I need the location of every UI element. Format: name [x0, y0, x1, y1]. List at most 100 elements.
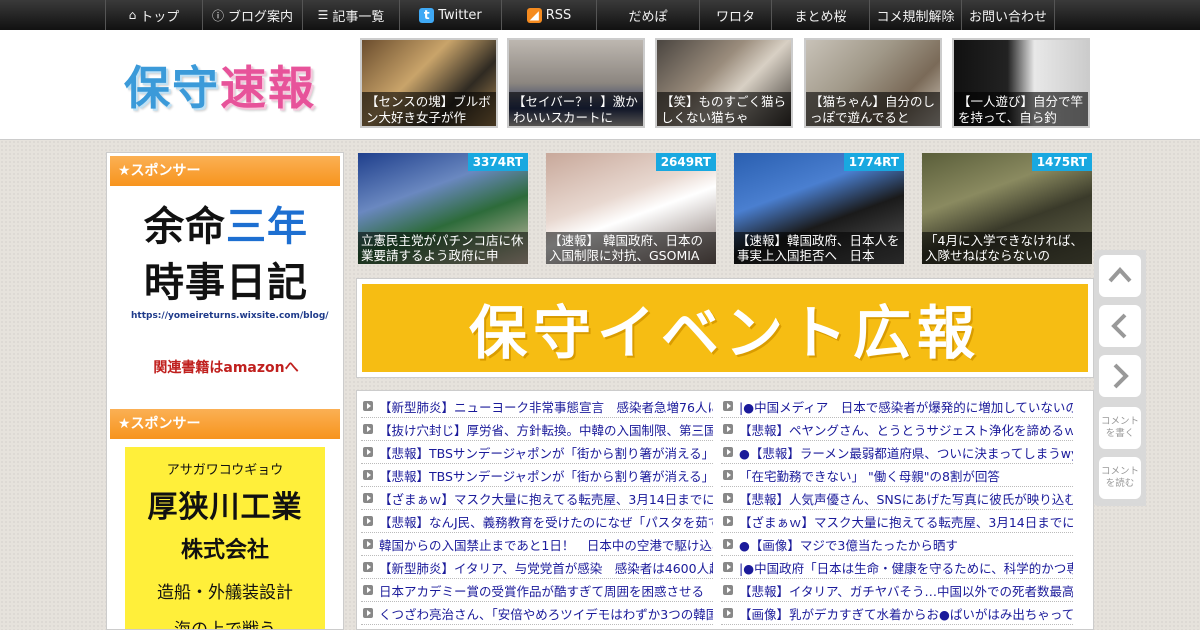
list-item[interactable]: |●中国メディア 日本で感染者が爆発的に増加していないのは — [721, 395, 1073, 418]
list-item-title: 【新型肺炎】ニューヨーク非常事態宣言 感染者急増76人に — [379, 399, 713, 415]
featured-article-4[interactable]: 1475RT 「4月に入学できなければ、入隊せねばならないの — [922, 153, 1092, 264]
chevron-up-icon — [1108, 267, 1132, 283]
list-item-title: 【抜け穴封じ】厚労省、方針転換。中韓の入国制限、第三国経由も対象に — [379, 422, 713, 438]
nav-item-label: だめぽ — [628, 9, 668, 25]
list-item-title: 韓国からの入国禁止まであと1日！ 日本中の空港で駆け込み入国 — [379, 537, 713, 553]
ad1-title-black: 余命 — [144, 204, 226, 250]
site-logo[interactable]: 保守速報 — [124, 52, 316, 118]
ad1-amazon-link[interactable]: 関連書籍はamazonへ — [131, 357, 321, 377]
logo-char-1: 保 — [124, 61, 172, 115]
header-thumb-5[interactable]: 【一人遊び】自分で竿を持って、自ら釣 — [952, 38, 1090, 128]
list-item[interactable]: |●中国政府「日本は生命・健康を守るために、科学的かつ専門 — [721, 556, 1073, 579]
list-item[interactable]: 【悲報】イタリア、ガチヤバそう…中国以外での死者数最高を — [721, 579, 1073, 602]
list-item[interactable]: くつざわ亮治さん、「安倍やめろツイデモはわずか3つの韓国 — [361, 602, 713, 625]
play-bullet-icon — [723, 608, 733, 618]
nav-item-label: トップ — [140, 9, 180, 25]
list-item[interactable]: 【新型肺炎】イタリア、与党党首が感染 感染者は4600人超え — [361, 556, 713, 579]
list-item-title: 【悲報】人気声優さん、SNSにあげた写真に彼氏が映り込む — [739, 491, 1073, 507]
nav-item-1[interactable]: ⌂ トップ — [105, 0, 202, 30]
featured-caption: 立憲民主党がパチンコ店に休業要請するよう政府に申 — [358, 232, 528, 264]
play-bullet-icon — [723, 585, 733, 595]
list-item[interactable]: ●【悲報】ラーメン最弱都道府県、ついに決まってしまうwywy — [721, 441, 1073, 464]
logo-char-3: 速 — [220, 61, 268, 115]
play-bullet-icon — [723, 539, 733, 549]
nav-item-label: まとめ桜 — [794, 9, 847, 25]
list-item[interactable]: 【ざまぁｗ】マスク大量に抱えてる転売屋、3月14日までに売り — [721, 510, 1073, 533]
ad-yomei-sannen[interactable]: 余命三年 時事日記 https://yomeireturns.wixsite.c… — [131, 199, 329, 377]
sponsor-heading: ★スポンサー — [110, 156, 340, 186]
list-item[interactable]: 【悲報】人気声優さん、SNSにあげた写真に彼氏が映り込む — [721, 487, 1073, 510]
top-nav-bar: ⌂ トップ ⓘ ブログ案内 ☰ 記事一覧 t Twitter ◢ RSS だめぽ ワロタ まとめ桜 コメ規… — [0, 0, 1200, 30]
list-item[interactable]: 【悲報】ペヤングさん、とうとうサジェスト浄化を諦めるｗｗｗ — [721, 418, 1073, 441]
play-bullet-icon — [723, 447, 733, 457]
ad2-kana: アサガワコウギョウ — [166, 463, 284, 478]
list-item-title: 【悲報】ペヤングさん、とうとうサジェスト浄化を諦めるｗｗｗ — [739, 422, 1073, 438]
play-bullet-icon — [363, 562, 373, 572]
ad1-url: https://yomeireturns.wixsite.com/blog/ — [131, 311, 329, 321]
nav-item-6[interactable]: だめぽ — [596, 0, 699, 30]
nav-item-7[interactable]: ワロタ — [699, 0, 771, 30]
play-bullet-icon — [363, 424, 373, 434]
header-thumb-caption: 【猫ちゃん】自分のしっぽで遊んでると — [806, 92, 940, 126]
ad2-desc: 造船・外艤装設計 — [157, 583, 293, 603]
featured-article-1[interactable]: 3374RT 立憲民主党がパチンコ店に休業要請するよう政府に申 — [358, 153, 528, 264]
event-banner[interactable]: 保守イベント広報 — [362, 284, 1088, 372]
list-item-title: 【悲報】イタリア、ガチヤバそう…中国以外での死者数最高を — [739, 583, 1073, 599]
featured-article-3[interactable]: 1774RT 【速報】韓国政府、日本人を事実上入国拒否へ 日本 — [734, 153, 904, 264]
previous-button[interactable] — [1099, 305, 1141, 347]
scroll-top-button[interactable] — [1099, 255, 1141, 297]
nav-item-5[interactable]: ◢ RSS — [501, 0, 596, 30]
write-comment-button[interactable]: コメントを書く — [1099, 407, 1141, 449]
nav-item-4[interactable]: t Twitter — [399, 0, 501, 30]
list-item[interactable]: 日本アカデミー賞の受賞作品が酷すぎて周囲を困惑させる 基 — [361, 579, 713, 602]
nav-item-label: ワロタ — [715, 9, 755, 25]
header-thumb-caption: 【センスの塊】ブルボン大好き女子が作 — [362, 92, 496, 126]
header-thumb-caption: 【セイバー？！】激かわいいスカートに — [509, 92, 643, 126]
ad2-desc2: 海の上で戦う — [174, 620, 276, 630]
link-column-left: 【新型肺炎】ニューヨーク非常事態宣言 感染者急増76人に 【抜け穴封じ】厚労省、方… — [361, 395, 713, 625]
ad1-title-line1: 余命三年 — [131, 199, 321, 255]
featured-article-2[interactable]: 2649RT 【速報】 韓国政府、日本の入国制限に対抗、GSOMIA — [546, 153, 716, 264]
list-item-title: くつざわ亮治さん、「安倍やめろツイデモはわずか3つの韓国 — [379, 606, 713, 622]
list-item[interactable]: 【画像】乳がデカすぎて水着からお●ぱいがはみ出ちゃってる女 — [721, 602, 1073, 625]
list-item[interactable]: 【悲報】TBSサンデージャポンが「街から割り箸が消える」と報道 — [361, 441, 713, 464]
twitter-icon: t — [419, 7, 435, 23]
nav-item-10[interactable]: お問い合わせ — [961, 0, 1055, 30]
list-item[interactable]: 【悲報】なんJ民、義務教育を受けたのになぜ「パスタを茹でる」 — [361, 510, 713, 533]
play-bullet-icon — [363, 585, 373, 595]
header-thumb-2[interactable]: 【セイバー？！】激かわいいスカートに — [507, 38, 645, 128]
header-thumb-caption: 【一人遊び】自分で竿を持って、自ら釣 — [954, 92, 1088, 126]
ad-asagawa-kogyo[interactable]: アサガワコウギョウ 厚狭川工業 株式会社 造船・外艤装設計 海の上で戦う — [125, 447, 325, 630]
nav-item-3[interactable]: ☰ 記事一覧 — [302, 0, 399, 30]
header-thumb-1[interactable]: 【センスの塊】ブルボン大好き女子が作 — [360, 38, 498, 128]
next-button[interactable] — [1099, 355, 1141, 397]
nav-item-2[interactable]: ⓘ ブログ案内 — [202, 0, 302, 30]
list-item[interactable]: 韓国からの入国禁止まであと1日！ 日本中の空港で駆け込み入国 — [361, 533, 713, 556]
list-item[interactable]: 【ざまぁｗ】マスク大量に抱えてる転売屋、3月14日までに売り切れないと — [361, 487, 713, 510]
site-header: 保守速報 【センスの塊】ブルボン大好き女子が作 【セイバー？！】激かわいいスカー… — [0, 30, 1200, 140]
list-item[interactable]: 【新型肺炎】ニューヨーク非常事態宣言 感染者急増76人に — [361, 395, 713, 418]
list-item[interactable]: 【抜け穴封じ】厚労省、方針転換。中韓の入国制限、第三国経由も対象に — [361, 418, 713, 441]
list-item-title: 【ざまぁｗ】マスク大量に抱えてる転売屋、3月14日までに売り切れないと — [379, 491, 713, 507]
list-item-title: 【悲報】なんJ民、義務教育を受けたのになぜ「パスタを茹でる」 — [379, 514, 713, 530]
retweet-count-badge: 1475RT — [1031, 153, 1092, 171]
nav-item-9[interactable]: コメ規制解除 — [869, 0, 961, 30]
header-thumb-4[interactable]: 【猫ちゃん】自分のしっぽで遊んでると — [804, 38, 942, 128]
retweet-count-badge: 1774RT — [843, 153, 904, 171]
list-item[interactable]: 「在宅勤務できない」 "働く母親"の8割が回答 — [721, 464, 1073, 487]
logo-char-4: 報 — [268, 61, 316, 115]
list-item-title: ●【画像】マジで3億当たったから晒す — [739, 537, 958, 553]
play-bullet-icon — [363, 493, 373, 503]
read-comments-button[interactable]: コメントを読む — [1099, 457, 1141, 499]
list-item-title: 【ざまぁｗ】マスク大量に抱えてる転売屋、3月14日までに売り — [739, 514, 1073, 530]
list-item[interactable]: 【悲報】TBSサンデージャポンが「街から割り箸が消える」と報道 — [361, 464, 713, 487]
list-item[interactable]: ●【画像】マジで3億当たったから晒す — [721, 533, 1073, 556]
play-bullet-icon — [723, 562, 733, 572]
play-bullet-icon — [363, 516, 373, 526]
rss-icon: ◢ — [526, 7, 542, 23]
nav-item-8[interactable]: まとめ桜 — [771, 0, 869, 30]
chevron-right-icon — [1113, 363, 1129, 389]
header-thumb-caption: 【笑】ものすごく猫らしくない猫ちゃ — [657, 92, 791, 126]
header-thumb-3[interactable]: 【笑】ものすごく猫らしくない猫ちゃ — [655, 38, 793, 128]
play-bullet-icon — [363, 401, 373, 411]
